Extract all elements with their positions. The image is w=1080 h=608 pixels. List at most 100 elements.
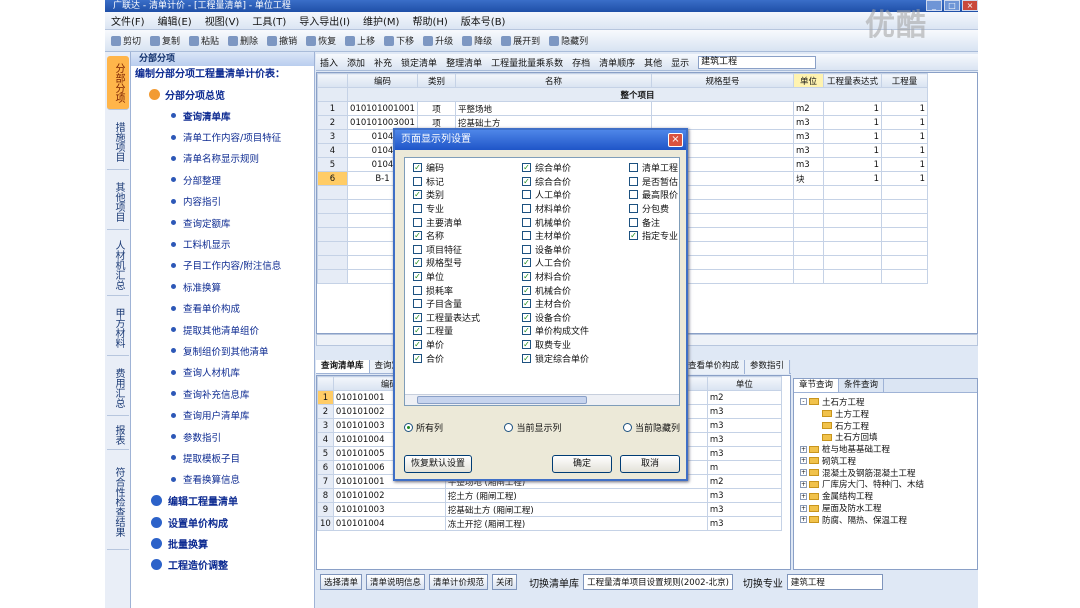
grid-toolbar-item[interactable]: 补充 bbox=[374, 56, 392, 69]
toolbar-button[interactable]: 复制 bbox=[150, 34, 180, 47]
tree-node[interactable]: + 混凝土及钢筋混凝土工程 bbox=[800, 467, 977, 479]
grid-header[interactable]: 规格型号 bbox=[651, 73, 794, 88]
checkbox[interactable] bbox=[413, 176, 422, 186]
checkbox[interactable]: ✓ bbox=[522, 299, 531, 309]
nav-item[interactable]: 提取其他清单组价 bbox=[131, 319, 314, 340]
radio-option[interactable]: 当前显示列 bbox=[504, 421, 562, 434]
grid-cell[interactable]: m3 bbox=[793, 157, 824, 172]
grid-toolbar-item[interactable]: 整理清单 bbox=[446, 56, 482, 69]
tree-node[interactable]: + 屋面及防水工程 bbox=[800, 502, 977, 514]
grid-cell[interactable]: 5 bbox=[317, 446, 334, 461]
grid-cell[interactable]: 1 bbox=[823, 129, 882, 144]
grid-cell[interactable]: m3 bbox=[793, 115, 824, 130]
grid-header[interactable]: 编码 bbox=[347, 73, 418, 88]
checkbox[interactable] bbox=[413, 204, 422, 214]
tree-node[interactable]: 石方工程 bbox=[800, 420, 977, 432]
table-row[interactable]: 8 010101002 挖土方 (厢闸工程) m3 bbox=[317, 488, 782, 503]
nav-item[interactable]: 分部整理 bbox=[131, 169, 314, 190]
grid-toolbar-item[interactable]: 工程量批量乘系数 bbox=[491, 56, 563, 69]
nav-item[interactable]: 工料机显示 bbox=[131, 233, 314, 254]
grid-cell[interactable]: m3 bbox=[706, 446, 782, 461]
toolbar-button[interactable]: 隐藏列 bbox=[549, 34, 588, 47]
column-checkbox[interactable]: 清单工程 bbox=[629, 161, 678, 175]
column-checkbox[interactable]: ✓ 材料合价 bbox=[522, 270, 589, 284]
nav-item[interactable]: 清单工作内容/项目特征 bbox=[131, 126, 314, 147]
nav-section[interactable]: 工程造价调整 bbox=[131, 554, 314, 575]
checkbox[interactable] bbox=[413, 285, 422, 295]
bottom-tab[interactable]: 查询清单库 bbox=[316, 360, 370, 373]
menu-item[interactable]: 维护(M) bbox=[363, 13, 399, 28]
grid-header[interactable]: 单位 bbox=[793, 73, 824, 88]
radio-button[interactable] bbox=[622, 423, 632, 432]
radio-button[interactable] bbox=[504, 423, 514, 432]
checkbox[interactable] bbox=[413, 299, 422, 309]
grid-cell[interactable]: 1 bbox=[881, 157, 928, 172]
grid-cell[interactable]: 平整场地 bbox=[455, 101, 652, 116]
grid-cell[interactable]: 1 bbox=[881, 143, 928, 158]
checkbox[interactable] bbox=[629, 204, 638, 214]
grid-cell[interactable]: m3 bbox=[706, 488, 782, 503]
radio-button[interactable] bbox=[404, 423, 413, 432]
nav-item[interactable]: 提取模板子目 bbox=[131, 447, 314, 468]
grid-cell[interactable]: m3 bbox=[793, 129, 824, 144]
checkbox[interactable]: ✓ bbox=[522, 163, 531, 173]
grid-cell[interactable]: m2 bbox=[706, 474, 782, 489]
grid-cell[interactable]: m3 bbox=[706, 502, 782, 517]
close-button[interactable]: × bbox=[962, 0, 978, 11]
vtab-5[interactable]: 费用汇总 bbox=[107, 360, 129, 416]
grid-toolbar-item[interactable]: 清单顺序 bbox=[599, 56, 635, 69]
expand-toggle-icon[interactable]: + bbox=[800, 469, 807, 477]
grid-cell[interactable]: 9 bbox=[317, 502, 334, 517]
column-checkbox[interactable]: ✓ 工程量 bbox=[413, 324, 480, 338]
grid-cell[interactable]: 8 bbox=[317, 488, 334, 503]
grid-major-combo[interactable]: 建筑工程 bbox=[698, 55, 817, 69]
grid-toolbar-item[interactable]: 添加 bbox=[347, 56, 365, 69]
checkbox[interactable]: ✓ bbox=[413, 340, 422, 350]
grid-header[interactable]: 类别 bbox=[417, 73, 456, 88]
grid-cell[interactable]: 项 bbox=[417, 101, 456, 116]
expand-toggle-icon[interactable]: + bbox=[800, 457, 807, 465]
grid-toolbar-item[interactable]: 存档 bbox=[572, 56, 590, 69]
column-checkbox[interactable]: 专业 bbox=[413, 202, 480, 216]
grid-cell[interactable]: 1 bbox=[881, 129, 928, 144]
column-checkbox[interactable]: ✓ 编码 bbox=[413, 161, 480, 175]
vtab-4[interactable]: 甲方材料 bbox=[107, 300, 129, 356]
tree-node[interactable]: 土石方回填 bbox=[800, 431, 977, 443]
grid-toolbar-item[interactable]: 锁定清单 bbox=[401, 56, 437, 69]
status-button[interactable]: 选择清单 bbox=[320, 574, 363, 590]
menu-item[interactable]: 工具(T) bbox=[252, 13, 286, 28]
table-row[interactable]: 10 010101004 冻土开挖 (厢闸工程) m3 bbox=[317, 516, 782, 531]
grid-cell[interactable]: 2 bbox=[317, 115, 348, 130]
grid-cell[interactable]: 块 bbox=[793, 171, 824, 186]
grid-header[interactable]: 工程量表达式 bbox=[823, 73, 882, 88]
nav-item[interactable]: 查询清单库 bbox=[131, 105, 314, 126]
radio-option[interactable]: 所有列 bbox=[404, 421, 443, 434]
column-checkbox[interactable]: ✓ 名称 bbox=[413, 229, 480, 243]
vtab-7[interactable]: 符合性检查结果 bbox=[107, 454, 129, 550]
menu-item[interactable]: 文件(F) bbox=[111, 13, 145, 28]
checkbox[interactable] bbox=[522, 231, 531, 241]
bottom-tab[interactable]: 查看单价构成 bbox=[683, 360, 746, 374]
grid-cell[interactable]: 4 bbox=[317, 432, 334, 447]
column-checkbox[interactable]: ✓ 主材合价 bbox=[522, 297, 589, 311]
nav-item[interactable]: 内容指引 bbox=[131, 191, 314, 212]
nav-section[interactable]: 编辑工程量清单 bbox=[131, 490, 314, 511]
grid-cell[interactable]: 7 bbox=[317, 474, 334, 489]
toolbar-button[interactable]: 上移 bbox=[345, 34, 375, 47]
column-checkbox[interactable]: ✓ 类别 bbox=[413, 188, 480, 202]
checkbox[interactable]: ✓ bbox=[413, 312, 422, 322]
toolbar-button[interactable]: 展开到 bbox=[501, 34, 540, 47]
grid-header[interactable]: 工程量 bbox=[881, 73, 928, 88]
column-checkbox[interactable]: ✓ 指定专业 bbox=[629, 229, 678, 243]
checkbox[interactable]: ✓ bbox=[522, 258, 531, 268]
toolbar-button[interactable]: 下移 bbox=[384, 34, 414, 47]
grid-cell[interactable]: 6 bbox=[317, 460, 334, 475]
nav-item[interactable]: 查看换算信息 bbox=[131, 469, 314, 490]
toolbar-button[interactable]: 删除 bbox=[228, 34, 258, 47]
column-checkbox[interactable]: ✓ 单价构成文件 bbox=[522, 324, 589, 338]
grid-cell[interactable]: 挖基础土方 (厢闸工程) bbox=[444, 502, 708, 517]
nav-item[interactable]: 查询定额库 bbox=[131, 212, 314, 233]
tree-node[interactable]: + 桩与地基基础工程 bbox=[800, 443, 977, 455]
expand-toggle-icon[interactable]: + bbox=[800, 480, 807, 488]
nav-item[interactable]: 参数指引 bbox=[131, 426, 314, 447]
